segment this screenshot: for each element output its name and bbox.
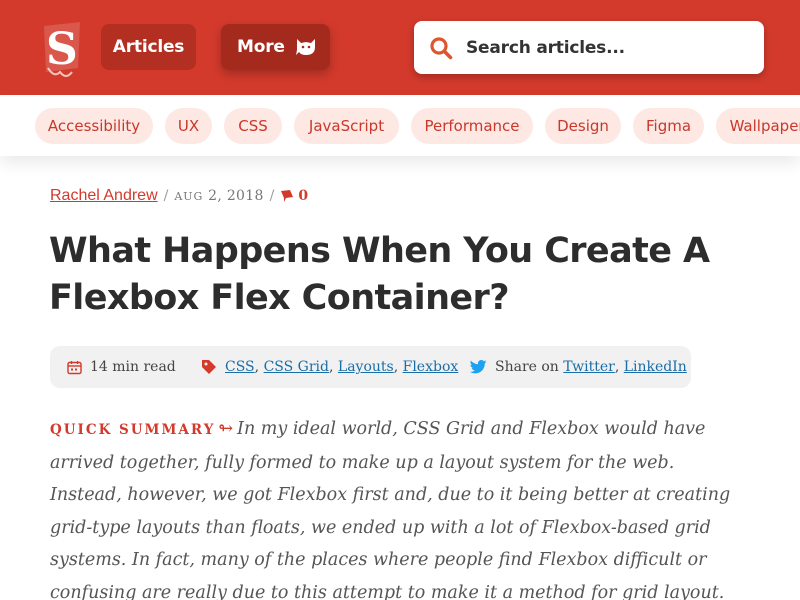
publish-day-year: 2, 2018 bbox=[203, 188, 264, 204]
share-links: Share on Twitter, LinkedIn bbox=[470, 346, 687, 388]
read-time-text: 14 min read bbox=[90, 359, 176, 375]
topic-links: CSS, CSS Grid, Layouts, Flexbox bbox=[201, 346, 458, 388]
twitter-icon bbox=[470, 360, 487, 374]
topic-link-css-grid[interactable]: CSS Grid bbox=[264, 359, 329, 375]
search-placeholder: Search articles... bbox=[466, 37, 625, 58]
comments-count: 0 bbox=[298, 188, 309, 204]
quick-summary-label: Quick summary bbox=[50, 422, 216, 438]
share-twitter-link[interactable]: Twitter bbox=[563, 359, 615, 375]
tag-icon bbox=[202, 360, 216, 374]
tag-design[interactable]: Design bbox=[545, 108, 621, 144]
quick-summary: Quick summary ↬ In my ideal world, CSS Gri… bbox=[50, 413, 750, 600]
svg-text:S: S bbox=[46, 24, 78, 75]
comment-icon bbox=[281, 190, 294, 202]
nav-articles-button[interactable]: Articles bbox=[101, 24, 196, 70]
nav-more-button[interactable]: More bbox=[221, 24, 330, 70]
tag-javascript[interactable]: JavaScript bbox=[294, 108, 399, 144]
meta-separator: / bbox=[163, 188, 169, 204]
publish-month: Aug bbox=[174, 190, 204, 203]
nav-more-label: More bbox=[237, 37, 285, 57]
author-link[interactable]: Rachel Andrew bbox=[50, 187, 158, 205]
read-time: 14 min read bbox=[67, 346, 176, 388]
meta-separator: / bbox=[269, 188, 275, 204]
tag-performance[interactable]: Performance bbox=[411, 108, 533, 144]
summary-arrow-icon: ↬ bbox=[218, 419, 234, 439]
topic-link-layouts[interactable]: Layouts bbox=[338, 359, 394, 375]
tag-figma[interactable]: Figma bbox=[633, 108, 704, 144]
quick-summary-text: In my ideal world, CSS Grid and Flexbox … bbox=[50, 419, 731, 600]
article-info-bar: 14 min read CSS, CSS Grid, Layouts, Flex… bbox=[50, 346, 691, 388]
article-title: What Happens When You Create A Flexbox F… bbox=[49, 231, 710, 318]
publish-date: Aug 2, 2018 bbox=[174, 188, 263, 204]
cat-icon bbox=[296, 39, 315, 55]
calendar-icon bbox=[67, 360, 82, 374]
search-icon bbox=[430, 36, 453, 59]
tag-wallpapers[interactable]: Wallpapers bbox=[716, 108, 800, 144]
tag-accessibility[interactable]: Accessibility bbox=[35, 108, 153, 144]
tag-css[interactable]: CSS bbox=[224, 108, 282, 144]
topic-tag-bar: Accessibility UX CSS JavaScript Performa… bbox=[0, 95, 800, 156]
comments-link[interactable]: 0 bbox=[280, 188, 308, 204]
topic-link-css[interactable]: CSS bbox=[225, 359, 255, 375]
smashing-logo-icon[interactable]: S bbox=[40, 22, 84, 80]
article-meta: Rachel Andrew / Aug 2, 2018 / 0 bbox=[50, 186, 308, 206]
site-header: S Articles More Search articles... bbox=[0, 0, 800, 95]
share-prefix: Share on bbox=[495, 359, 559, 375]
share-linkedin-link[interactable]: LinkedIn bbox=[624, 359, 687, 375]
search-input[interactable]: Search articles... bbox=[414, 21, 764, 74]
topic-link-flexbox[interactable]: Flexbox bbox=[403, 359, 459, 375]
tag-ux[interactable]: UX bbox=[165, 108, 212, 144]
